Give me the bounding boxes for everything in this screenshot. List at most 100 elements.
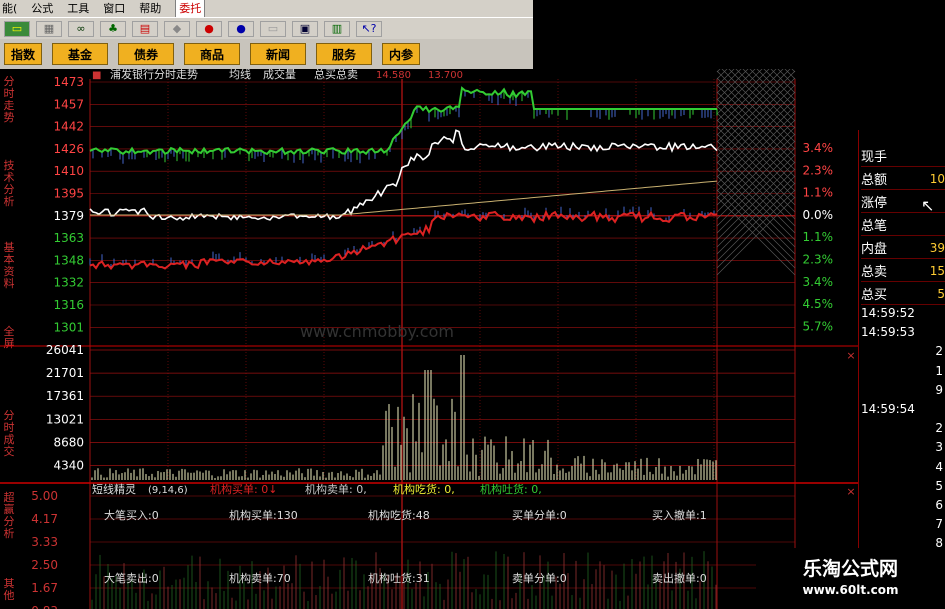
nav-news-button[interactable]: 新闻: [250, 43, 306, 65]
hatch-line: [735, 69, 796, 129]
chart-buysell-label: 总买总卖: [314, 69, 358, 81]
price-tick-label: 1301: [53, 320, 84, 334]
stat-row2-item: 机构卖单:70: [229, 571, 291, 585]
volume-tick-label: 17361: [46, 389, 84, 403]
menu-item-help[interactable]: 帮助: [139, 0, 161, 17]
site-logo: 乐淘公式网 www.60lt.com: [756, 548, 945, 609]
stat-row2-item: 卖出撤单:0: [652, 571, 707, 585]
indicator-tick-label: 4.17: [31, 512, 58, 526]
quote-row: 总卖 15: [861, 260, 945, 282]
quote-value: 5: [937, 286, 945, 301]
close-icon: ×: [846, 349, 855, 362]
close-icon: ×: [846, 485, 855, 498]
tick-time: 14:59:52: [861, 306, 915, 320]
volume-axis: 26041 21701 17361 13021 8680 4340: [46, 343, 84, 473]
nav-service-button[interactable]: 服务: [316, 43, 372, 65]
indicator-params: (9,14,6): [148, 485, 188, 496]
indicator-spit: 机构吐货: 0,: [480, 482, 542, 496]
market-nav: 指数 基金 债券 商品 新闻 服务 内参: [0, 39, 533, 69]
tick-time: 14:59:54: [861, 402, 915, 416]
chart-header-value-1: 14.580: [376, 70, 411, 81]
nav-commodity-button[interactable]: 商品: [184, 43, 240, 65]
stat-row1-item: 机构吃货:48: [368, 508, 430, 522]
percent-tick-label: 4.5%: [803, 297, 834, 311]
volume-tick-label: 26041: [46, 343, 84, 357]
price-tick-label: 1395: [53, 187, 84, 201]
tick-volume: 7: [935, 517, 943, 532]
price-tick-label: 1363: [53, 231, 84, 245]
price-tick-label: 1457: [53, 97, 84, 111]
hatch-line: [716, 69, 777, 129]
quote-row: 总额 10: [861, 168, 945, 190]
nav-bond-button[interactable]: 债券: [118, 43, 174, 65]
blank-icon[interactable]: ▭: [260, 20, 286, 37]
indicator-title: 短线精灵: [92, 482, 136, 496]
quote-label: 内盘: [861, 242, 888, 257]
chart-header-value-2: 13.700: [428, 70, 463, 81]
nav-index-button[interactable]: 指数: [4, 43, 42, 65]
percent-axis: 3.4% 2.3% 1.1% 0.0% 1.1% 2.3% 3.4% 4.5% 5.7%: [803, 141, 834, 333]
window-icon[interactable]: ▣: [292, 20, 318, 37]
indicator-eat: 机构吃货: 0,: [393, 482, 455, 496]
nav-fund-button[interactable]: 基金: [52, 43, 108, 65]
stock-icon[interactable]: ●: [196, 20, 222, 37]
menu-item-view[interactable]: 能(: [2, 0, 17, 17]
stat-row2-item: 大笔卖出:0: [104, 571, 159, 585]
tick-volume: 5: [935, 478, 943, 493]
price-tick-label: 1442: [53, 120, 84, 134]
indicator-axis: 5.00 4.17 3.33 2.50 1.67 0.83: [31, 489, 58, 609]
quote-value: 15: [929, 263, 945, 278]
tick-volume: 2: [935, 421, 943, 436]
volume-tick-label: 21701: [46, 366, 84, 380]
help-cursor-icon[interactable]: ↖?: [356, 20, 382, 37]
quote-row: 总买 5: [861, 283, 945, 305]
title-marker-icon: ■: [92, 70, 101, 81]
hatch-line: [716, 69, 721, 73]
flag-icon[interactable]: ▭: [4, 20, 30, 37]
stat-row2-item: 卖单分单:0: [512, 572, 567, 585]
books-icon[interactable]: ▥: [324, 20, 350, 37]
menu-item-formula[interactable]: 公式: [31, 0, 53, 17]
volume-bars: [89, 89, 718, 480]
hatch-line: [716, 69, 735, 87]
volume-tick-label: 4340: [53, 459, 84, 473]
binoculars-icon[interactable]: ∞: [68, 20, 94, 37]
stat-row1-item: 买单分单:0: [512, 509, 567, 522]
tick-volume: 9: [935, 382, 943, 397]
percent-tick-label: 5.7%: [803, 319, 834, 333]
stat-row1-item: 大笔买入:0: [104, 508, 159, 522]
quote-row: 内盘 39: [861, 237, 945, 259]
price-axis: 1473 1457 1442 1426 1410 1395 1379 1363 1348 1332…: [53, 75, 84, 334]
percent-tick-label: 1.1%: [803, 230, 834, 244]
indicator-tick-label: 3.33: [31, 535, 58, 549]
menu-item-window[interactable]: 窗口: [103, 0, 125, 17]
nav-insider-button[interactable]: 内参: [382, 43, 420, 65]
quote-value: 10: [929, 171, 945, 186]
percent-tick-label: 2.3%: [803, 253, 834, 267]
percent-tick-label: 2.3%: [803, 163, 834, 177]
chart-volume-label: 成交量: [263, 69, 296, 81]
price-line: [89, 129, 718, 221]
grid-icon[interactable]: ▦: [36, 20, 62, 37]
intraday-chart[interactable]: ×× 1473145714421426141013951379136313481…: [0, 69, 858, 609]
percent-tick-label: 0.0%: [803, 208, 834, 222]
percent-tick-label: 1.1%: [803, 186, 834, 200]
tree-icon[interactable]: ♣: [100, 20, 126, 37]
quote-value: 39: [929, 240, 945, 255]
tick-volume: 6: [935, 498, 943, 512]
menu-item-trade[interactable]: 委托: [175, 0, 206, 18]
stats-table: 大笔买入:0 机构买单:130 机构吃货:48 买单分单:0 买入撤单:1 大笔卖出:0 机…: [104, 508, 707, 585]
percent-tick-label: 3.4%: [803, 275, 834, 289]
price-tick-label: 1348: [53, 253, 84, 267]
diamond-icon[interactable]: ◆: [164, 20, 190, 37]
indicator-tick-label: 1.67: [31, 581, 58, 595]
tick-volume: 3: [935, 440, 943, 455]
coin-icon[interactable]: ●: [228, 20, 254, 37]
price-tick-label: 1410: [53, 164, 84, 178]
stat-row2-item: 机构吐货:31: [368, 571, 430, 585]
quote-row: 总笔: [861, 214, 945, 236]
quote-label: 现手: [861, 150, 888, 165]
chart-icon[interactable]: ▤: [132, 20, 158, 37]
quote-row: 现手: [861, 145, 945, 167]
menu-item-tools[interactable]: 工具: [67, 0, 89, 17]
